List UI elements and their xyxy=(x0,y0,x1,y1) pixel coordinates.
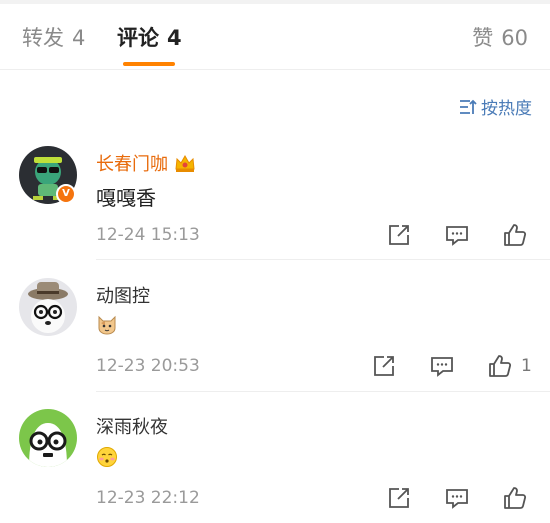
avatar[interactable] xyxy=(19,409,77,467)
tab-likes-count: 60 xyxy=(501,26,528,50)
comment-item: 深雨秋夜 12-23 22:12 xyxy=(0,409,550,523)
reply-icon[interactable] xyxy=(443,221,471,249)
comment-text: 嘎嘎香 xyxy=(96,186,156,210)
verified-badge-icon: V xyxy=(56,184,76,204)
username[interactable]: 深雨秋夜 xyxy=(96,413,168,439)
tab-repost[interactable]: 转发 4 xyxy=(22,22,85,52)
tab-likes-label: 赞 xyxy=(472,26,494,50)
like-icon[interactable] xyxy=(486,352,514,380)
divider xyxy=(96,259,550,260)
tab-comments-label: 评论 xyxy=(117,26,159,50)
share-icon[interactable] xyxy=(385,484,413,512)
tab-comments[interactable]: 评论 4 xyxy=(117,22,182,52)
timestamp: 12-23 22:12 xyxy=(96,488,200,508)
cat-face-emoji xyxy=(98,315,116,335)
like-count: 1 xyxy=(521,356,532,376)
reply-icon[interactable] xyxy=(428,352,456,380)
share-icon[interactable] xyxy=(385,221,413,249)
sort-icon xyxy=(460,99,477,114)
flushed-face-emoji xyxy=(97,447,117,467)
like-icon[interactable] xyxy=(501,484,529,512)
username[interactable]: 长春门咖 xyxy=(96,150,196,176)
tab-comments-count: 4 xyxy=(167,26,182,50)
username-text: 长春门咖 xyxy=(96,154,168,175)
tab-likes[interactable]: 赞 60 xyxy=(472,22,528,52)
avatar[interactable] xyxy=(19,278,77,336)
reply-icon[interactable] xyxy=(443,484,471,512)
timestamp: 12-23 20:53 xyxy=(96,356,200,376)
comment-item: V 长春门咖 嘎嘎香 12-24 15:13 xyxy=(0,146,550,260)
share-icon[interactable] xyxy=(370,352,398,380)
timestamp: 12-24 15:13 xyxy=(96,225,200,245)
tab-repost-label: 转发 xyxy=(22,26,64,50)
sort-label: 按热度 xyxy=(481,99,532,119)
username[interactable]: 动图控 xyxy=(96,282,150,308)
crown-icon xyxy=(175,154,195,172)
tab-bar: 转发 4 评论 4 赞 60 xyxy=(0,4,550,70)
divider xyxy=(96,391,550,392)
comment-item: 动图控 12-23 20:53 1 xyxy=(0,278,550,392)
like-icon[interactable] xyxy=(501,221,529,249)
active-tab-indicator xyxy=(123,62,175,66)
tab-repost-count: 4 xyxy=(72,26,86,50)
sort-by-hot-button[interactable]: 按热度 xyxy=(459,94,532,119)
